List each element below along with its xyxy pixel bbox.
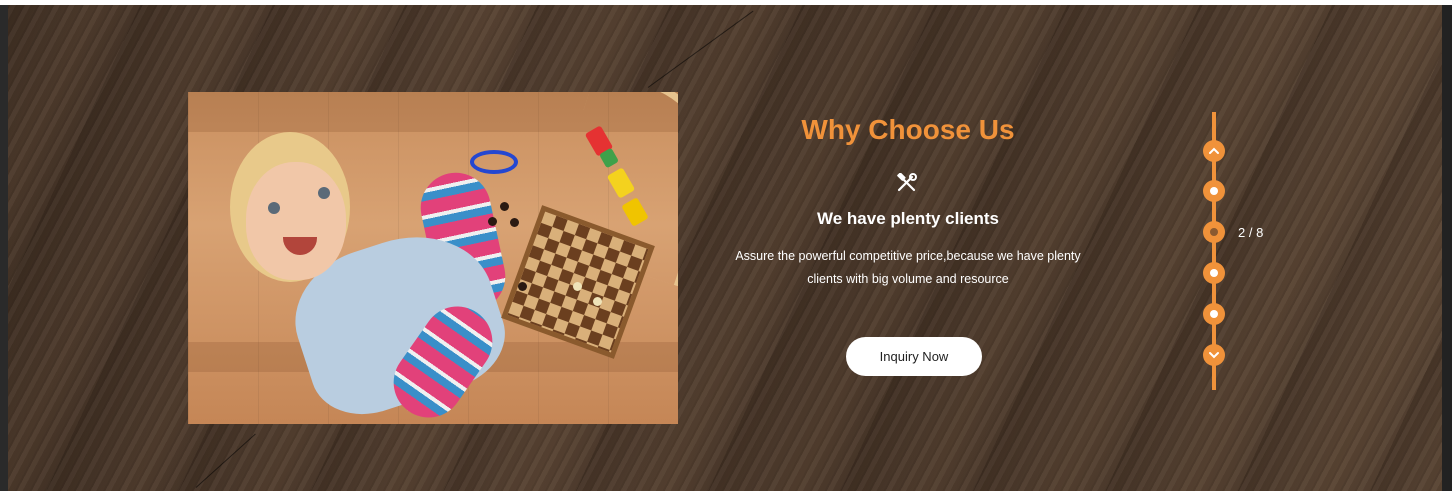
- chess-piece: [488, 217, 497, 226]
- chevron-up-icon: [1209, 147, 1219, 154]
- description-line: Assure the powerful competitive price,be…: [735, 249, 1081, 263]
- chess-piece: [593, 297, 602, 306]
- description-line: clients with big volume and resource: [807, 272, 1009, 286]
- kid-face: [246, 162, 346, 280]
- chess-piece: [518, 282, 527, 291]
- hero-photo: [188, 92, 678, 424]
- right-edge: [1442, 5, 1452, 491]
- toy-glasses: [470, 150, 518, 174]
- pager-dot[interactable]: [1203, 303, 1225, 325]
- pager-prev-button[interactable]: [1203, 140, 1225, 162]
- left-edge: [0, 5, 8, 491]
- chess-piece: [500, 202, 509, 211]
- section-subtitle: We have plenty clients: [816, 209, 1000, 228]
- section-title: Why Choose Us: [801, 114, 1015, 145]
- kid-eye: [268, 202, 280, 214]
- chevron-down-icon: [1209, 352, 1219, 359]
- chess-piece: [510, 218, 519, 227]
- why-choose-us-section: Why Choose Us We have plenty clients Ass…: [8, 5, 1442, 491]
- chess-piece: [573, 282, 582, 291]
- pager-dot[interactable]: [1203, 180, 1225, 202]
- pager-dot-active[interactable]: [1203, 221, 1225, 243]
- pager-next-button[interactable]: [1203, 344, 1225, 366]
- tools-icon: [897, 173, 917, 192]
- pager-dot[interactable]: [1203, 262, 1225, 284]
- plank-seam: [195, 433, 256, 488]
- pager-counter: 2 / 8: [1238, 225, 1264, 240]
- section-description: Assure the powerful competitive price,be…: [728, 245, 1088, 291]
- plank-seam: [647, 10, 754, 88]
- kid-eye: [318, 187, 330, 199]
- inquiry-now-button[interactable]: Inquiry Now: [846, 337, 982, 376]
